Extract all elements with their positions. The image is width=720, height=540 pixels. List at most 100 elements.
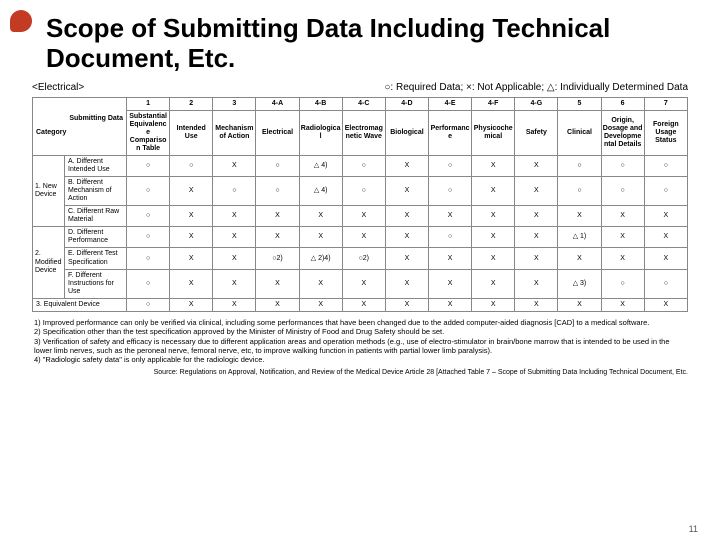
cell: ○ [127, 156, 170, 177]
cell: △ 3) [558, 269, 601, 298]
table-row: C. Different Raw Material○XXXXXXXXXXXX [33, 206, 688, 227]
cell: ○ [601, 156, 644, 177]
cell: X [385, 177, 428, 206]
subtitle-row: <Electrical> ○: Required Data; ×: Not Ap… [32, 82, 688, 93]
cell: ○ [429, 156, 472, 177]
page-title: Scope of Submitting Data Including Techn… [46, 14, 688, 74]
cell: X [385, 227, 428, 248]
cell: △ 2)4) [299, 248, 342, 269]
cell: ○ [127, 206, 170, 227]
cell: X [213, 206, 256, 227]
cell: X [472, 227, 515, 248]
cell: X [472, 177, 515, 206]
cell: ○2) [342, 248, 385, 269]
cell: X [213, 248, 256, 269]
cell: X [213, 227, 256, 248]
cell: X [644, 206, 687, 227]
group-cell: 1. New Device [33, 156, 65, 227]
cell: X [299, 227, 342, 248]
cell: X [515, 269, 558, 298]
row-label: D. Different Performance [65, 227, 127, 248]
row-label: B. Different Mechanism of Action [65, 177, 127, 206]
cell: X [644, 248, 687, 269]
cell: △ 1) [558, 227, 601, 248]
header-row-nums: Submitting Data Category 1234-A4-B4-C4-D… [33, 97, 688, 110]
cell: X [213, 269, 256, 298]
cell: X [256, 227, 299, 248]
cell: X [558, 206, 601, 227]
cell: X [385, 269, 428, 298]
cell: X [515, 298, 558, 311]
cell: X [170, 269, 213, 298]
cell: X [515, 177, 558, 206]
table-row: E. Different Test Specification○XX○2)△ 2… [33, 248, 688, 269]
legend: ○: Required Data; ×: Not Applicable; △: … [384, 82, 688, 93]
cell: X [385, 156, 428, 177]
cell: X [472, 156, 515, 177]
cell: X [472, 298, 515, 311]
table-row: B. Different Mechanism of Action○X○○△ 4)… [33, 177, 688, 206]
cell: X [472, 269, 515, 298]
corner-header: Submitting Data Category [33, 97, 127, 155]
cell: X [170, 248, 213, 269]
cell: ○ [256, 156, 299, 177]
row-label: C. Different Raw Material [65, 206, 127, 227]
cell: X [342, 206, 385, 227]
table-row: 3. Equivalent Device○XXXXXXXXXXXX [33, 298, 688, 311]
section-tag: <Electrical> [32, 82, 84, 93]
cell: ○ [342, 177, 385, 206]
cell: X [601, 298, 644, 311]
cell: ○ [170, 156, 213, 177]
cell: △ 4) [299, 156, 342, 177]
cell: ○ [558, 177, 601, 206]
cell: X [601, 227, 644, 248]
cell: X [170, 177, 213, 206]
cell: X [385, 206, 428, 227]
cell: ○ [601, 269, 644, 298]
cell: ○ [644, 177, 687, 206]
cell: X [472, 206, 515, 227]
cell: X [429, 248, 472, 269]
cell: ○ [127, 269, 170, 298]
slide: Scope of Submitting Data Including Techn… [0, 0, 720, 540]
cell: X [299, 206, 342, 227]
cell: X [644, 227, 687, 248]
cell: X [385, 298, 428, 311]
cell: X [601, 248, 644, 269]
cell: ○ [644, 269, 687, 298]
cell: X [256, 269, 299, 298]
table-row: F. Different Instructions for Use○XXXXXX… [33, 269, 688, 298]
cell: X [342, 227, 385, 248]
header-row-labels: Substantial Equivalence Comparison Table… [33, 110, 688, 155]
cell: X [472, 248, 515, 269]
footnotes: 1) Improved performance can only be veri… [34, 318, 686, 365]
cell: △ 4) [299, 177, 342, 206]
cell: X [256, 298, 299, 311]
cell: X [213, 298, 256, 311]
cell: ○ [429, 227, 472, 248]
cell: X [170, 298, 213, 311]
row-label: A. Different Intended Use [65, 156, 127, 177]
cell: X [213, 156, 256, 177]
group-cell: 2. Modified Device [33, 227, 65, 298]
cell: ○ [213, 177, 256, 206]
cell: ○ [558, 156, 601, 177]
cell: X [342, 298, 385, 311]
cell: ○ [127, 298, 170, 311]
cell: ○ [127, 227, 170, 248]
cell: X [429, 206, 472, 227]
cell: X [601, 206, 644, 227]
row-label: 3. Equivalent Device [33, 298, 127, 311]
cell: X [429, 269, 472, 298]
cell: X [299, 269, 342, 298]
cell: X [429, 298, 472, 311]
logo-icon [10, 10, 32, 32]
cell: X [515, 206, 558, 227]
cell: X [170, 227, 213, 248]
cell: ○ [601, 177, 644, 206]
cell: ○ [429, 177, 472, 206]
cell: ○2) [256, 248, 299, 269]
cell: X [515, 156, 558, 177]
source-line: Source: Regulations on Approval, Notific… [32, 369, 688, 376]
cell: X [515, 227, 558, 248]
